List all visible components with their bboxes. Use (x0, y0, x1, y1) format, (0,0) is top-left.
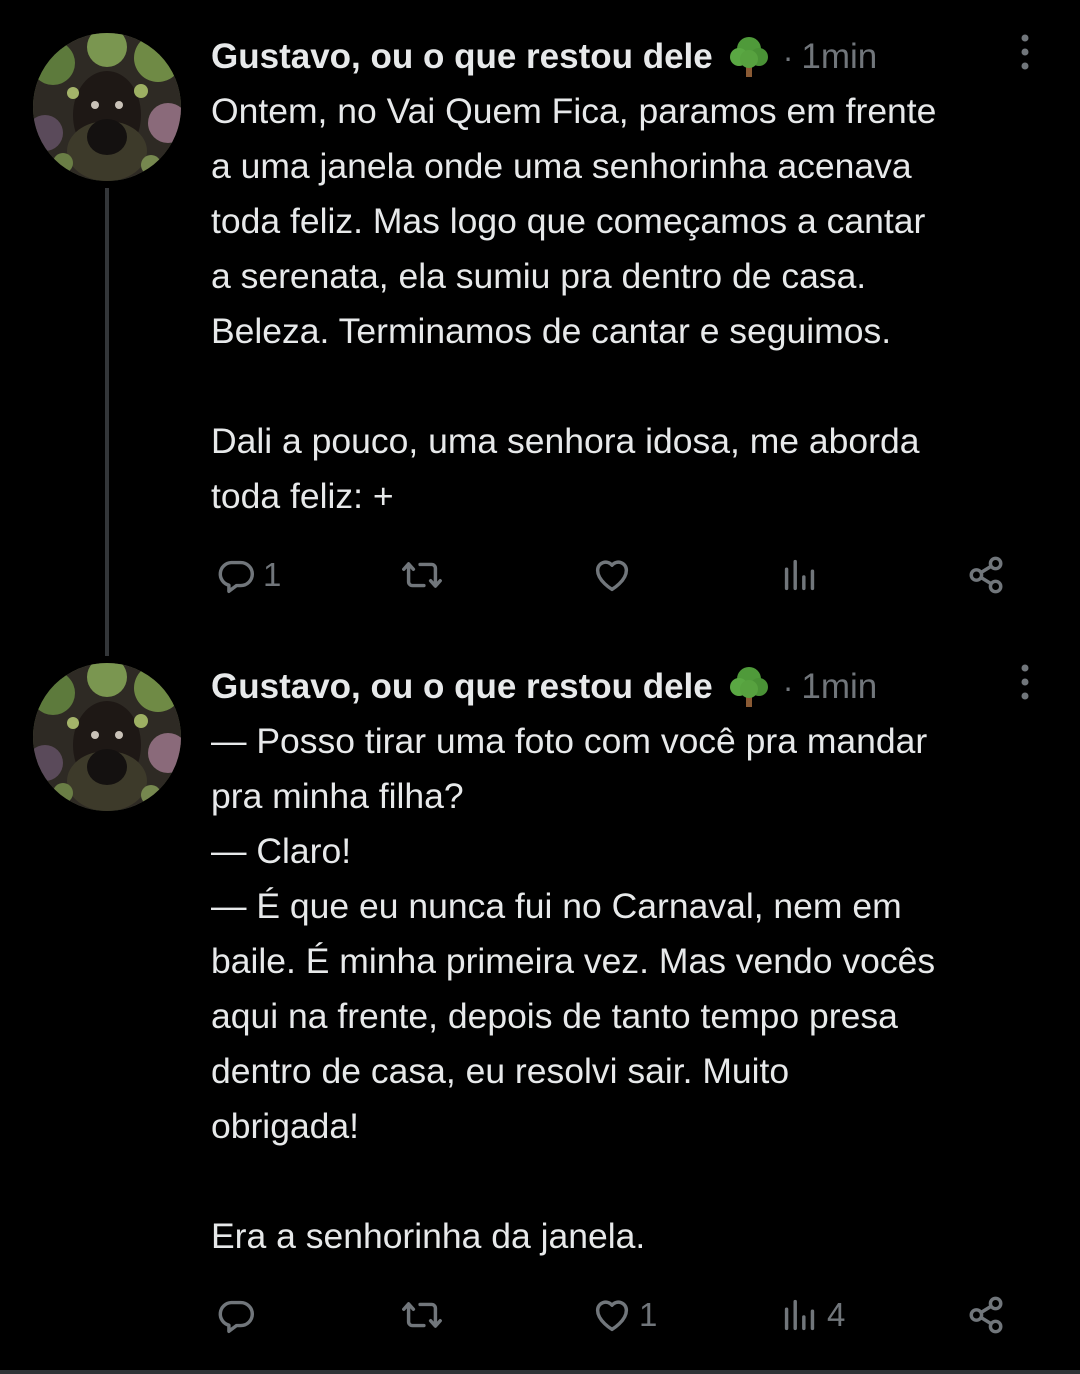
like-button[interactable]: 1 (589, 1285, 657, 1345)
reply-button[interactable]: 1 (213, 545, 281, 605)
views-icon (777, 552, 823, 598)
like-count: 1 (639, 1296, 658, 1333)
author-name[interactable]: Gustavo, ou o que restou dele (211, 667, 713, 707)
timestamp[interactable]: 1min (801, 667, 877, 707)
bottom-divider (0, 1370, 1080, 1374)
tweet[interactable]: Gustavo, ou o que restou dele · 1min — P… (0, 650, 1080, 1374)
views-count: 4 (827, 1296, 846, 1333)
more-vertical-icon[interactable] (1008, 660, 1042, 704)
more-vertical-icon[interactable] (1008, 30, 1042, 74)
reply-count: 1 (263, 556, 282, 593)
share-icon (963, 1292, 1009, 1338)
retweet-icon (399, 552, 445, 598)
share-button[interactable] (963, 545, 1009, 605)
tweet[interactable]: Gustavo, ou o que restou dele · 1min Ont… (0, 0, 1080, 656)
views-button[interactable] (777, 545, 827, 605)
tweet-text: Ontem, no Vai Quem Fica, paramos em fren… (211, 91, 937, 516)
separator-dot: · (782, 668, 794, 705)
views-button[interactable]: 4 (777, 1285, 845, 1345)
reply-icon (213, 552, 259, 598)
avatar[interactable] (33, 33, 181, 181)
retweet-button[interactable] (399, 1285, 449, 1345)
share-button[interactable] (963, 1285, 1009, 1345)
thread-line (105, 188, 109, 656)
heart-icon (589, 1292, 635, 1338)
tweet-header: Gustavo, ou o que restou dele · 1min (211, 662, 877, 712)
reply-icon (213, 1292, 259, 1338)
heart-icon (589, 552, 635, 598)
author-name[interactable]: Gustavo, ou o que restou dele (211, 37, 713, 77)
tree-emoji-icon (729, 665, 769, 709)
tweet-actions: 1 4 (211, 1285, 1031, 1345)
timestamp[interactable]: 1min (801, 37, 877, 77)
separator-dot: · (782, 38, 794, 75)
avatar[interactable] (33, 663, 181, 811)
tweet-header: Gustavo, ou o que restou dele · 1min (211, 32, 877, 82)
like-button[interactable] (589, 545, 639, 605)
share-icon (963, 552, 1009, 598)
tweet-actions: 1 (211, 545, 1031, 605)
views-icon (777, 1292, 823, 1338)
retweet-button[interactable] (399, 545, 449, 605)
tweet-text: — Posso tirar uma foto com você pra mand… (211, 721, 936, 1256)
tree-emoji-icon (729, 35, 769, 79)
retweet-icon (399, 1292, 445, 1338)
reply-button[interactable] (213, 1285, 263, 1345)
